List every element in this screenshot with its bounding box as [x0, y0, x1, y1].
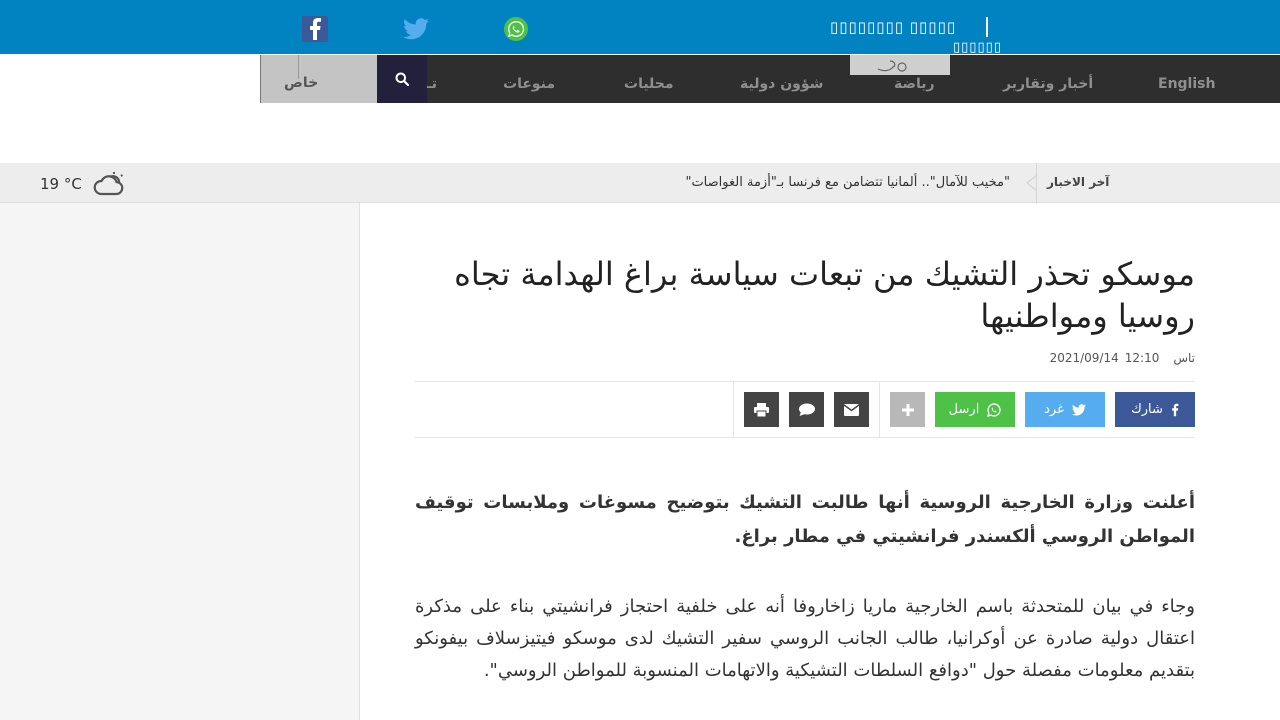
article: موسكو تحذر التشيك من تبعات سياسة براغ ال…	[415, 203, 1195, 681]
nav-item-local[interactable]: محليات	[624, 76, 674, 92]
article-title: موسكو تحذر التشيك من تبعات سياسة براغ ال…	[454, 255, 1195, 335]
news-ticker: 19 °C "مخيب للآمال".. ألمانيا تتضامن مع …	[0, 163, 1280, 203]
article-lead: أعلنت وزارة الخارجية الروسية أنها طالبت …	[415, 492, 1195, 547]
nav-divider	[260, 55, 261, 103]
top-bar-subtext[interactable]: ▯▯▯▯▯▯	[953, 40, 1002, 55]
search-button[interactable]	[377, 55, 427, 103]
nav-item-news-reports[interactable]: أخبار وتقارير	[1003, 76, 1093, 92]
share-twitter-button[interactable]: غرد	[1025, 392, 1105, 427]
share-more-button[interactable]	[890, 392, 925, 427]
whatsapp-icon	[504, 17, 528, 41]
nav-item-variety[interactable]: منوعات	[503, 76, 555, 92]
nav-divider-short	[298, 55, 299, 79]
logo-emblem	[877, 60, 907, 72]
printer-icon	[754, 402, 769, 417]
twitter-link[interactable]	[403, 16, 429, 42]
plus-icon	[901, 403, 914, 416]
top-bar-text[interactable]: ▯▯▯▯▯▯▯▯ ▯▯▯▯▯	[830, 18, 956, 36]
comment-icon	[798, 403, 815, 416]
top-bar-separator	[986, 17, 988, 37]
facebook-link[interactable]	[302, 16, 328, 42]
article-body-paragraph: وجاء في بيان للمتحدثة باسم الخارجية ماري…	[415, 596, 1195, 681]
nav-item-special[interactable]: خاص	[260, 55, 377, 103]
article-time: 12:10	[1124, 351, 1160, 365]
nav-item-sports[interactable]: رياضة	[894, 76, 935, 92]
sidebar	[0, 203, 360, 720]
share-twitter-label: غرد	[1044, 402, 1064, 417]
comment-button[interactable]	[789, 392, 824, 427]
print-button[interactable]	[744, 392, 779, 427]
cloudy-icon	[93, 172, 124, 196]
share-whatsapp-button[interactable]: ارسل	[935, 392, 1015, 427]
weather-temp: 19 °C	[40, 175, 82, 193]
share-divider-end	[733, 382, 734, 437]
whatsapp-link[interactable]	[503, 16, 529, 42]
site-logo[interactable]	[850, 55, 950, 75]
share-bar: شارك غرد ارسل	[415, 381, 1195, 438]
twitter-icon	[403, 18, 429, 40]
weather-widget: 19 °C	[40, 171, 124, 197]
envelope-icon	[844, 403, 859, 416]
nav-item-partial[interactable]: تـ	[427, 76, 437, 92]
whatsapp-icon	[987, 402, 1001, 417]
nav-item-international[interactable]: شؤون دولية	[740, 76, 823, 92]
facebook-icon	[1172, 403, 1179, 416]
ticker-headline[interactable]: "مخيب للآمال".. ألمانيا تتضامن مع فرنسا …	[685, 175, 1010, 190]
share-divider	[879, 382, 880, 437]
top-bar: ▯▯▯▯▯▯▯▯ ▯▯▯▯▯ ▯▯▯▯▯▯	[0, 0, 1280, 55]
share-whatsapp-label: ارسل	[948, 402, 980, 417]
article-source: تاس	[1173, 351, 1195, 365]
twitter-icon	[1071, 403, 1086, 416]
email-button[interactable]	[834, 392, 869, 427]
nav-item-english[interactable]: English	[1158, 76, 1215, 92]
search-icon	[395, 72, 409, 86]
main-nav: خاص تـ منوعات محليات شؤون دولية رياضة أخ…	[260, 55, 1280, 103]
share-facebook-button[interactable]: شارك	[1115, 392, 1195, 427]
facebook-icon	[310, 18, 321, 40]
ticker-label: آخر الاخبار	[1036, 163, 1119, 203]
share-facebook-label: شارك	[1131, 402, 1163, 417]
article-date: 2021/09/14	[1049, 351, 1119, 365]
article-meta: تاس 12:10 2021/09/14	[415, 351, 1195, 365]
